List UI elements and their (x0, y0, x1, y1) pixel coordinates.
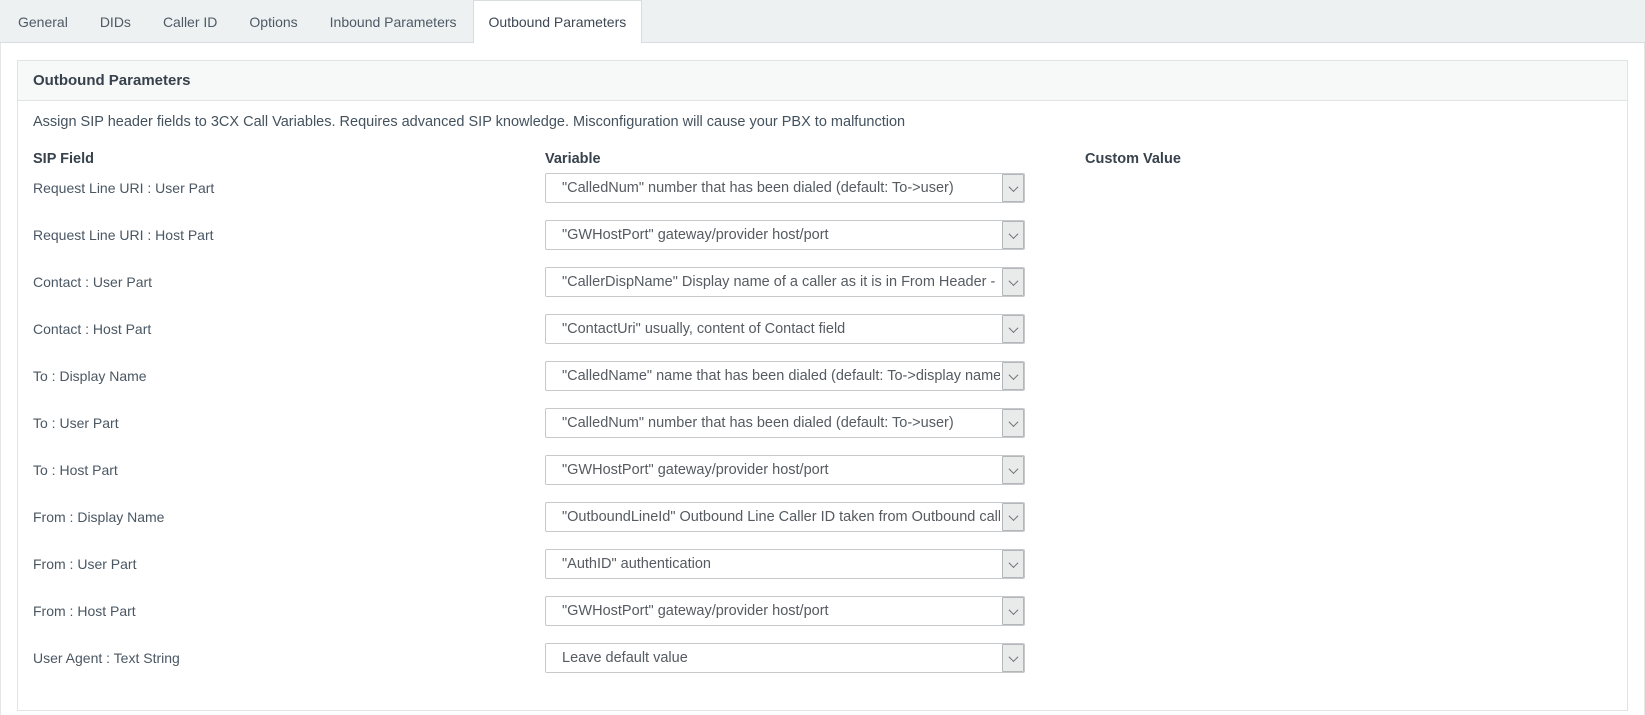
variable-select-value: Leave default value (562, 644, 1000, 672)
sip-field-label: To : Host Part (33, 462, 545, 478)
table-row: From : User Part "AuthID" authentication (33, 549, 1612, 579)
chevron-down-icon[interactable] (1002, 221, 1024, 249)
tab-general[interactable]: General (2, 0, 84, 42)
chevron-down-icon[interactable] (1002, 268, 1024, 296)
chevron-down-icon[interactable] (1002, 644, 1024, 672)
variable-select-value: "GWHostPort" gateway/provider host/port (562, 456, 1000, 484)
table-row: Request Line URI : Host Part "GWHostPort… (33, 220, 1612, 250)
chevron-down-icon[interactable] (1002, 362, 1024, 390)
tab-inbound-parameters[interactable]: Inbound Parameters (314, 0, 473, 42)
table-row: User Agent : Text String Leave default v… (33, 643, 1612, 673)
tab-dids[interactable]: DIDs (84, 0, 147, 42)
table-row: To : User Part "CalledNum" number that h… (33, 408, 1612, 438)
variable-select-value: "ContactUri" usually, content of Contact… (562, 315, 1000, 343)
column-sip-field: SIP Field (33, 149, 545, 169)
variable-select[interactable]: "CalledNum" number that has been dialed … (545, 173, 1025, 203)
sip-field-label: Contact : Host Part (33, 321, 545, 337)
table-row: Contact : Host Part "ContactUri" usually… (33, 314, 1612, 344)
variable-select-value: "GWHostPort" gateway/provider host/port (562, 597, 1000, 625)
variable-select[interactable]: "GWHostPort" gateway/provider host/port (545, 455, 1025, 485)
variable-select-value: "AuthID" authentication (562, 550, 1000, 578)
variable-select-value: "CallerDispName" Display name of a calle… (562, 268, 1000, 296)
sip-field-label: From : Display Name (33, 509, 545, 525)
variable-select-value: "CalledNum" number that has been dialed … (562, 409, 1000, 437)
panel-body: Assign SIP header fields to 3CX Call Var… (18, 101, 1627, 710)
chevron-down-icon[interactable] (1002, 597, 1024, 625)
table-rows: Request Line URI : User Part "CalledNum"… (33, 173, 1612, 673)
tab-bar: GeneralDIDsCaller IDOptionsInbound Param… (0, 0, 1645, 43)
table-row: Contact : User Part "CallerDispName" Dis… (33, 267, 1612, 297)
chevron-down-icon[interactable] (1002, 550, 1024, 578)
sip-field-label: From : Host Part (33, 603, 545, 619)
table-row: To : Display Name "CalledName" name that… (33, 361, 1612, 391)
variable-select-value: "CalledName" name that has been dialed (… (562, 362, 1000, 390)
panel-title: Outbound Parameters (18, 61, 1627, 101)
variable-select-value: "GWHostPort" gateway/provider host/port (562, 221, 1000, 249)
content-area: Outbound Parameters Assign SIP header fi… (0, 43, 1645, 715)
variable-select[interactable]: "CalledName" name that has been dialed (… (545, 361, 1025, 391)
sip-field-label: Contact : User Part (33, 274, 545, 290)
sip-field-label: To : Display Name (33, 368, 545, 384)
sip-field-label: User Agent : Text String (33, 650, 545, 666)
outbound-parameters-panel: Outbound Parameters Assign SIP header fi… (17, 60, 1628, 711)
chevron-down-icon[interactable] (1002, 174, 1024, 202)
variable-select[interactable]: "GWHostPort" gateway/provider host/port (545, 220, 1025, 250)
sip-field-label: To : User Part (33, 415, 545, 431)
column-custom-value: Custom Value (1055, 149, 1612, 169)
panel-description: Assign SIP header fields to 3CX Call Var… (33, 114, 1612, 130)
variable-select[interactable]: Leave default value (545, 643, 1025, 673)
sip-field-label: Request Line URI : User Part (33, 180, 545, 196)
table-row: Request Line URI : User Part "CalledNum"… (33, 173, 1612, 203)
table-row: From : Host Part "GWHostPort" gateway/pr… (33, 596, 1612, 626)
variable-select[interactable]: "CallerDispName" Display name of a calle… (545, 267, 1025, 297)
variable-select[interactable]: "ContactUri" usually, content of Contact… (545, 314, 1025, 344)
variable-select[interactable]: "AuthID" authentication (545, 549, 1025, 579)
sip-field-label: From : User Part (33, 556, 545, 572)
variable-select-value: "CalledNum" number that has been dialed … (562, 174, 1000, 202)
table-header: SIP Field Variable Custom Value (33, 149, 1612, 169)
sip-field-label: Request Line URI : Host Part (33, 227, 545, 243)
table-row: From : Display Name "OutboundLineId" Out… (33, 502, 1612, 532)
variable-select[interactable]: "OutboundLineId" Outbound Line Caller ID… (545, 502, 1025, 532)
chevron-down-icon[interactable] (1002, 409, 1024, 437)
variable-select[interactable]: "GWHostPort" gateway/provider host/port (545, 596, 1025, 626)
variable-select-value: "OutboundLineId" Outbound Line Caller ID… (562, 503, 1000, 531)
table-row: To : Host Part "GWHostPort" gateway/prov… (33, 455, 1612, 485)
chevron-down-icon[interactable] (1002, 456, 1024, 484)
tab-options[interactable]: Options (233, 0, 313, 42)
tab-outbound-parameters[interactable]: Outbound Parameters (473, 0, 643, 43)
tab-caller-id[interactable]: Caller ID (147, 0, 233, 42)
column-variable: Variable (545, 149, 1055, 169)
chevron-down-icon[interactable] (1002, 315, 1024, 343)
chevron-down-icon[interactable] (1002, 503, 1024, 531)
variable-select[interactable]: "CalledNum" number that has been dialed … (545, 408, 1025, 438)
